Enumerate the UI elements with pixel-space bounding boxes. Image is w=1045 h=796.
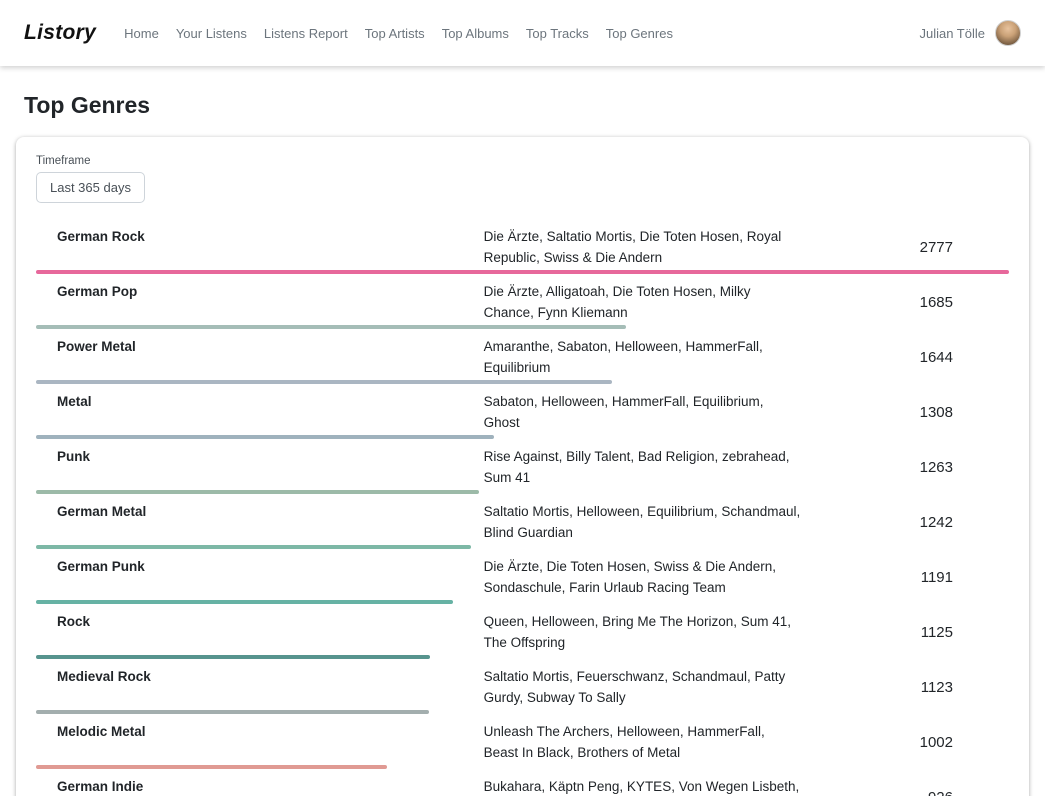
genre-listen-count: 1263 — [814, 459, 1009, 476]
genre-name: German Indie — [36, 776, 484, 796]
genre-row[interactable]: Punk Rise Against, Billy Talent, Bad Rel… — [36, 439, 1009, 494]
nav-item-top-genres[interactable]: Top Genres — [606, 26, 673, 41]
genre-top-artists: Die Ärzte, Saltatio Mortis, Die Toten Ho… — [484, 226, 815, 268]
genre-top-artists: Saltatio Mortis, Feuerschwanz, Schandmau… — [484, 666, 815, 708]
genre-name: German Metal — [36, 501, 484, 522]
genre-row[interactable]: Metal Sabaton, Helloween, HammerFall, Eq… — [36, 384, 1009, 439]
genre-listen-count: 1242 — [814, 514, 1009, 531]
genre-name: Rock — [36, 611, 484, 632]
genre-top-artists: Die Ärzte, Alligatoah, Die Toten Hosen, … — [484, 281, 815, 323]
genre-row[interactable]: Power Metal Amaranthe, Sabaton, Hellowee… — [36, 329, 1009, 384]
genre-name: Punk — [36, 446, 484, 467]
genre-top-artists: Rise Against, Billy Talent, Bad Religion… — [484, 446, 815, 488]
genre-listen-count: 1685 — [814, 294, 1009, 311]
nav-item-top-artists[interactable]: Top Artists — [365, 26, 425, 41]
genre-row[interactable]: German Pop Die Ärzte, Alligatoah, Die To… — [36, 274, 1009, 329]
nav-user: Julian Tölle — [919, 20, 1021, 46]
brand-logo[interactable]: Listory — [24, 21, 96, 45]
genre-row[interactable]: Medieval Rock Saltatio Mortis, Feuerschw… — [36, 659, 1009, 714]
genre-name: German Pop — [36, 281, 484, 302]
genre-row[interactable]: German Punk Die Ärzte, Die Toten Hosen, … — [36, 549, 1009, 604]
genre-top-artists: Die Ärzte, Die Toten Hosen, Swiss & Die … — [484, 556, 815, 598]
genre-list: German Rock Die Ärzte, Saltatio Mortis, … — [36, 219, 1009, 796]
genre-row[interactable]: Melodic Metal Unleash The Archers, Hello… — [36, 714, 1009, 769]
genre-listen-count: 1644 — [814, 349, 1009, 366]
genre-top-artists: Saltatio Mortis, Helloween, Equilibrium,… — [484, 501, 815, 543]
genre-row[interactable]: German Metal Saltatio Mortis, Helloween,… — [36, 494, 1009, 549]
genre-top-artists: Queen, Helloween, Bring Me The Horizon, … — [484, 611, 815, 653]
nav-links: Home Your Listens Listens Report Top Art… — [124, 26, 919, 41]
nav-item-listens-report[interactable]: Listens Report — [264, 26, 348, 41]
genre-top-artists: Sabaton, Helloween, HammerFall, Equilibr… — [484, 391, 815, 433]
genre-listen-count: 1191 — [814, 569, 1009, 586]
nav-item-your-listens[interactable]: Your Listens — [176, 26, 247, 41]
genre-name: Power Metal — [36, 336, 484, 357]
genre-top-artists: Bukahara, Käptn Peng, KYTES, Von Wegen L… — [484, 776, 815, 796]
user-name[interactable]: Julian Tölle — [919, 26, 985, 41]
nav-item-home[interactable]: Home — [124, 26, 159, 41]
genre-row[interactable]: German Rock Die Ärzte, Saltatio Mortis, … — [36, 219, 1009, 274]
user-avatar[interactable] — [995, 20, 1021, 46]
genre-name: German Rock — [36, 226, 484, 247]
genre-listen-count: 1125 — [814, 624, 1009, 641]
genre-top-artists: Amaranthe, Sabaton, Helloween, HammerFal… — [484, 336, 815, 378]
genre-listen-count: 1308 — [814, 404, 1009, 421]
genre-listen-count: 1002 — [814, 734, 1009, 751]
timeframe-select[interactable]: Last 365 days — [36, 172, 145, 203]
nav-item-top-albums[interactable]: Top Albums — [442, 26, 509, 41]
top-navbar: Listory Home Your Listens Listens Report… — [0, 0, 1045, 66]
genre-top-artists: Unleash The Archers, Helloween, HammerFa… — [484, 721, 815, 763]
genre-row[interactable]: Rock Queen, Helloween, Bring Me The Hori… — [36, 604, 1009, 659]
genre-listen-count: 2777 — [814, 239, 1009, 256]
genre-listen-count: 926 — [814, 789, 1009, 796]
genre-name: Metal — [36, 391, 484, 412]
genre-name: German Punk — [36, 556, 484, 577]
page-title: Top Genres — [24, 92, 1021, 119]
nav-item-top-tracks[interactable]: Top Tracks — [526, 26, 589, 41]
timeframe-filter: Timeframe Last 365 days — [36, 155, 1009, 203]
genre-row[interactable]: German Indie Bukahara, Käptn Peng, KYTES… — [36, 769, 1009, 796]
genre-name: Medieval Rock — [36, 666, 484, 687]
genre-name: Melodic Metal — [36, 721, 484, 742]
timeframe-label: Timeframe — [36, 155, 1009, 167]
top-genres-card: Timeframe Last 365 days German Rock Die … — [16, 137, 1029, 796]
genre-listen-count: 1123 — [814, 679, 1009, 696]
